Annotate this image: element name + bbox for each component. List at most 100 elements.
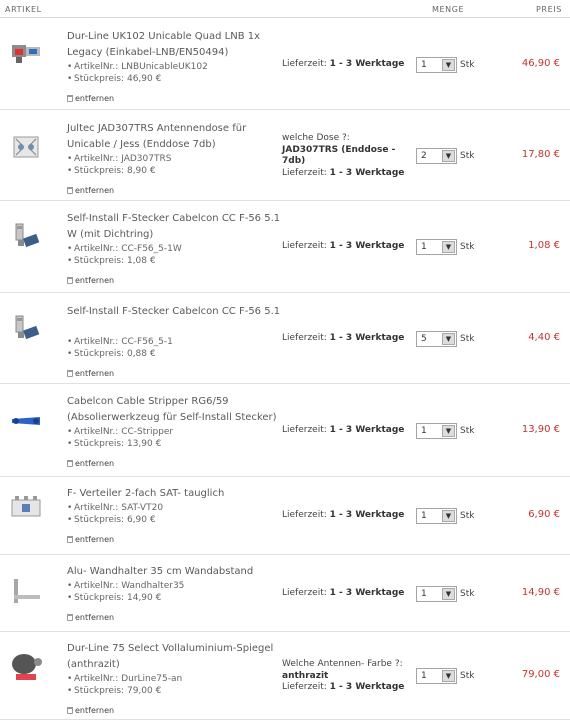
remove-button[interactable]: entfernen <box>67 459 114 468</box>
product-meta: • ArtikelNr.: CC-F56_5-1 • Stückpreis: 0,88… <box>67 337 277 360</box>
quantity-select[interactable]: 1 ▼ <box>416 586 457 602</box>
cart-item-row: Cabelcon Cable Stripper RG6/59 (Absolier… <box>0 384 570 477</box>
quantity-select[interactable]: 5 ▼ <box>416 331 457 347</box>
remove-button[interactable]: entfernen <box>67 94 114 103</box>
unit-price: • Stückpreis: 1,08 € <box>67 255 156 266</box>
quantity-value: 5 <box>421 334 427 344</box>
line-total-price: 4,40 € <box>528 332 560 343</box>
trash-icon <box>67 277 73 284</box>
dropdown-arrow-icon[interactable]: ▼ <box>442 150 455 162</box>
quantity-control: 1 ▼ Stk <box>416 586 474 602</box>
remove-button[interactable]: entfernen <box>67 613 114 622</box>
product-meta: • ArtikelNr.: CC-F56_5-1W • Stückpreis: 1,0… <box>67 244 277 267</box>
option-value: JAD307TRS (Enddose - 7db) <box>282 144 396 167</box>
dropdown-arrow-icon[interactable]: ▼ <box>442 59 455 71</box>
dropdown-arrow-icon[interactable]: ▼ <box>442 510 455 522</box>
delivery-info: Lieferzeit: 1 - 3 Werktage <box>282 510 407 522</box>
dropdown-arrow-icon[interactable]: ▼ <box>442 588 455 600</box>
remove-button[interactable]: entfernen <box>67 186 114 195</box>
delivery-time: Lieferzeit: 1 - 3 Werktage <box>282 333 405 343</box>
line-total-price: 79,00 € <box>521 669 560 680</box>
line-total-price: 17,80 € <box>521 149 560 160</box>
quantity-select[interactable]: 1 ▼ <box>416 239 457 255</box>
quantity-value: 1 <box>421 671 427 681</box>
cart-item-row: Self-Install F-Stecker Cabelcon CC F-56 … <box>0 201 570 293</box>
delivery-time: Lieferzeit: 1 - 3 Werktage <box>282 510 405 520</box>
dropdown-arrow-icon[interactable]: ▼ <box>442 241 455 253</box>
quantity-select[interactable]: 1 ▼ <box>416 668 457 684</box>
quantity-select[interactable]: 1 ▼ <box>416 423 457 439</box>
article-number: • ArtikelNr.: JAD307TRS <box>67 154 172 164</box>
line-total-price: 1,08 € <box>528 240 560 251</box>
remove-button[interactable]: entfernen <box>67 276 114 285</box>
product-name[interactable]: Self-Install F-Stecker Cabelcon CC F-56 … <box>67 304 282 320</box>
line-total-price: 13,90 € <box>521 424 560 435</box>
remove-label: entfernen <box>75 186 115 195</box>
unit-price: • Stückpreis: 13,90 € <box>67 438 162 449</box>
quantity-select[interactable]: 2 ▼ <box>416 148 457 164</box>
product-meta: • ArtikelNr.: DurLine75-an • Stückpreis: 79… <box>67 674 277 697</box>
trash-icon <box>67 370 73 377</box>
wall-bracket-icon <box>8 573 44 609</box>
unit-price: • Stückpreis: 8,90 € <box>67 165 156 176</box>
antenna-socket-icon <box>8 129 44 165</box>
line-total-price: 6,90 € <box>528 509 560 520</box>
dropdown-arrow-icon[interactable]: ▼ <box>442 333 455 345</box>
line-total-price: 14,90 € <box>521 587 560 598</box>
product-name[interactable]: Dur-Line 75 Select Vollaluminium-Spiegel… <box>67 641 282 673</box>
delivery-info: Lieferzeit: 1 - 3 Werktage <box>282 425 407 437</box>
quantity-value: 1 <box>421 60 427 70</box>
f-connector-icon <box>8 310 44 346</box>
product-name[interactable]: F- Verteiler 2-fach SAT- tauglich <box>67 486 282 502</box>
product-name[interactable]: Self-Install F-Stecker Cabelcon CC F-56 … <box>67 211 282 243</box>
product-meta: • ArtikelNr.: SAT-VT20 • Stückpreis: 6,90 € <box>67 503 277 526</box>
product-name[interactable]: Jultec JAD307TRS Antennendose für Unicab… <box>67 121 282 153</box>
quantity-unit: Stk <box>460 242 475 252</box>
quantity-value: 1 <box>421 242 427 252</box>
trash-icon <box>67 614 73 621</box>
quantity-select[interactable]: 1 ▼ <box>416 508 457 524</box>
remove-button[interactable]: entfernen <box>67 535 114 544</box>
quantity-value: 1 <box>421 426 427 436</box>
product-meta: • ArtikelNr.: Wandhalter35 • Stückpreis: 14… <box>67 581 277 604</box>
delivery-time: Lieferzeit: 1 - 3 Werktage <box>282 425 405 435</box>
dropdown-arrow-icon[interactable]: ▼ <box>442 425 455 437</box>
delivery-info: Lieferzeit: 1 - 3 Werktage <box>282 241 407 253</box>
quantity-unit: Stk <box>460 426 475 436</box>
quantity-control: 1 ▼ Stk <box>416 668 474 684</box>
article-number: • ArtikelNr.: LNBUnicableUK102 <box>67 62 208 72</box>
dropdown-arrow-icon[interactable]: ▼ <box>442 670 455 682</box>
quantity-select[interactable]: 1 ▼ <box>416 57 457 73</box>
lnb-icon <box>8 35 44 71</box>
article-number: • ArtikelNr.: CC-Stripper <box>67 427 174 437</box>
article-number: • ArtikelNr.: DurLine75-an <box>67 674 183 684</box>
unit-price: • Stückpreis: 14,90 € <box>67 592 162 603</box>
article-number: • ArtikelNr.: CC-F56_5-1W <box>67 244 182 254</box>
cart-item-row: Alu- Wandhalter 35 cm Wandabstand • Artike… <box>0 555 570 632</box>
quantity-unit: Stk <box>460 671 475 681</box>
remove-button[interactable]: entfernen <box>67 706 114 715</box>
delivery-time: Lieferzeit: 1 - 3 Werktage <box>282 588 405 598</box>
cart-item-row: Self-Install F-Stecker Cabelcon CC F-56 … <box>0 293 570 384</box>
remove-label: entfernen <box>75 94 115 103</box>
cart-item-row: F- Verteiler 2-fach SAT- tauglich • Artike… <box>0 477 570 555</box>
product-name[interactable]: Dur-Line UK102 Unicable Quad LNB 1x Lega… <box>67 29 282 61</box>
product-name[interactable]: Alu- Wandhalter 35 cm Wandabstand <box>67 564 282 580</box>
remove-button[interactable]: entfernen <box>67 369 114 378</box>
unit-price: • Stückpreis: 46,90 € <box>67 73 162 84</box>
trash-icon <box>67 95 73 102</box>
cart-table-header: ARTIKEL MENGE PREIS <box>0 0 570 18</box>
trash-icon <box>67 707 73 714</box>
product-meta: • ArtikelNr.: LNBUnicableUK102 • Stückpreis… <box>67 62 277 85</box>
remove-label: entfernen <box>75 706 115 715</box>
quantity-unit: Stk <box>460 151 475 161</box>
quantity-control: 5 ▼ Stk <box>416 331 474 347</box>
quantity-value: 1 <box>421 511 427 521</box>
quantity-unit: Stk <box>460 511 475 521</box>
product-name[interactable]: Cabelcon Cable Stripper RG6/59 (Absolier… <box>67 394 282 426</box>
remove-label: entfernen <box>75 276 115 285</box>
delivery-time: Lieferzeit: 1 - 3 Werktage <box>282 59 405 69</box>
line-total-price: 46,90 € <box>521 58 560 69</box>
quantity-unit: Stk <box>460 589 475 599</box>
remove-label: entfernen <box>75 459 115 468</box>
